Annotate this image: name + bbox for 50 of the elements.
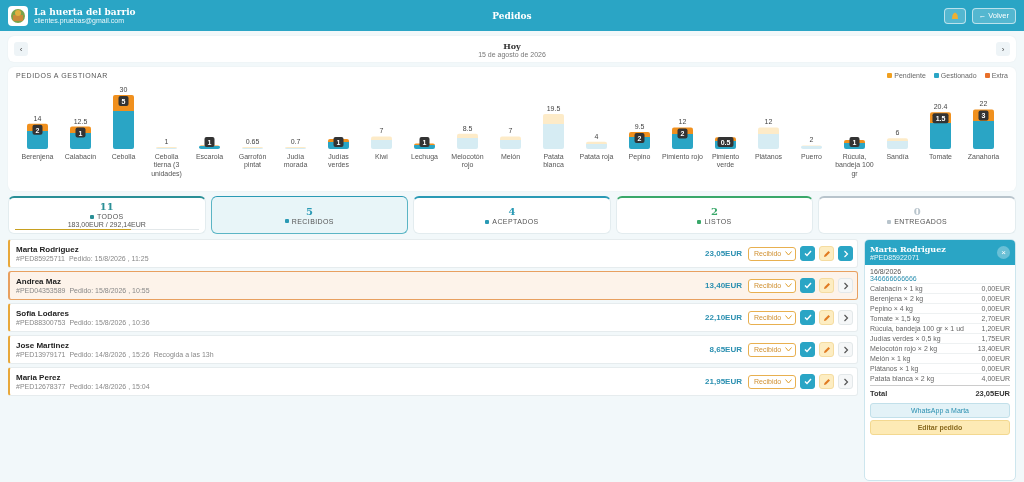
caret-icon <box>785 347 792 352</box>
bell-icon <box>950 10 959 21</box>
edit-button[interactable] <box>819 374 834 389</box>
pencil-icon <box>822 249 831 258</box>
previous-day-button[interactable]: ‹ <box>14 42 28 56</box>
caret-icon <box>785 379 792 384</box>
notification-button[interactable] <box>943 7 966 24</box>
order-total: 23,05EUR <box>705 249 742 258</box>
pencil-icon <box>822 377 831 386</box>
pencil-icon <box>822 345 831 354</box>
edit-button[interactable] <box>819 310 834 325</box>
customer-name: Maria Perez <box>16 373 62 382</box>
order-total: 8,65EUR <box>709 345 742 354</box>
next-day-button[interactable]: › <box>996 42 1010 56</box>
accept-button[interactable] <box>800 246 815 261</box>
order-total: 21,95EUR <box>705 377 742 386</box>
caret-icon <box>785 283 792 288</box>
caret-icon <box>785 251 792 256</box>
chevron-right-icon <box>842 249 849 258</box>
caret-icon <box>785 315 792 320</box>
page-title: Pedidos <box>492 10 532 21</box>
day-label: Hoy <box>503 40 521 51</box>
edit-button[interactable] <box>819 342 834 357</box>
check-icon <box>803 346 812 353</box>
order-total: 13,40EUR <box>705 281 742 290</box>
accept-button[interactable] <box>800 374 815 389</box>
customer-name: Andrea Maz <box>16 277 62 286</box>
edit-button[interactable] <box>819 278 834 293</box>
accept-button[interactable] <box>800 342 815 357</box>
logo-icon <box>8 5 28 26</box>
customer-name: Marta Rodriguez <box>870 244 946 254</box>
store-name: La huerta del barrio <box>34 7 136 17</box>
accept-button[interactable] <box>800 278 815 293</box>
order-total: 22,10EUR <box>705 313 742 322</box>
edit-button[interactable] <box>819 246 834 261</box>
accept-button[interactable] <box>800 310 815 325</box>
open-detail-button[interactable] <box>838 246 853 261</box>
check-icon <box>803 282 812 289</box>
chevron-right-icon <box>842 377 849 386</box>
customer-name: Jose Martinez <box>16 341 70 350</box>
pencil-icon <box>822 281 831 290</box>
pencil-icon <box>822 313 831 322</box>
check-icon <box>803 314 812 321</box>
check-icon <box>803 378 812 385</box>
check-icon <box>803 250 812 257</box>
customer-name: Sofia Lodares <box>16 309 70 318</box>
customer-name: Marta Rodriguez <box>16 245 80 254</box>
chevron-right-icon <box>842 345 849 354</box>
chevron-right-icon <box>842 281 849 290</box>
chevron-right-icon <box>842 313 849 322</box>
